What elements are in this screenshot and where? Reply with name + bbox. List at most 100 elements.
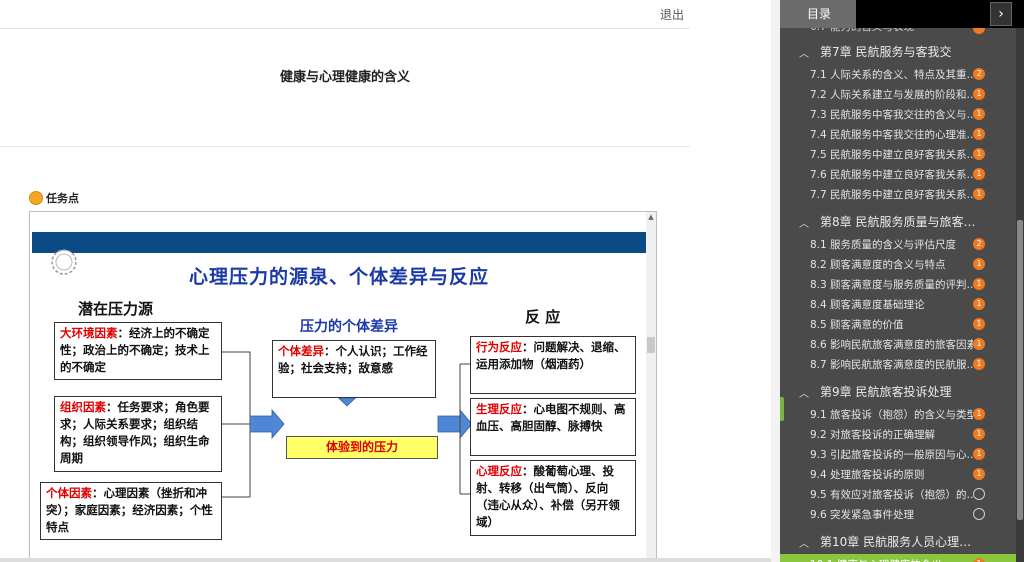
- toc-item[interactable]: 9.4 处理旅客投诉的原则 1: [780, 464, 1016, 484]
- task-count-badge: 1: [973, 408, 985, 420]
- toc-item-label: 9.3 引起旅客投诉的一般原因与心…: [810, 448, 973, 461]
- toc-item[interactable]: 7.5 民航服务中建立良好客我关系… 1: [780, 144, 1016, 164]
- toc-chapter-title: 第10章 民航服务人员心理…: [820, 534, 972, 549]
- task-count-badge: 1: [973, 468, 985, 480]
- title-divider: [0, 146, 690, 147]
- task-count-badge: 2: [973, 238, 985, 250]
- app-window: 退出 健康与心理健康的含义 任务点 心理压力的源泉、个体差异与反应 潜在压力源 …: [0, 0, 1024, 562]
- chevron-up-icon[interactable]: ︿: [799, 385, 809, 400]
- toc-item-active[interactable]: 10.1 健康与心理健康的含义1: [780, 554, 1016, 562]
- task-count-badge: [973, 508, 985, 520]
- toc-item[interactable]: 8.5 顾客满意的价值 1: [780, 314, 1016, 334]
- toc-item-label: 9.4 处理旅客投诉的原则: [810, 468, 925, 481]
- toc-item-label: 8.5 顾客满意的价值: [810, 318, 904, 331]
- toc-item-partial[interactable]: 6.7 能力的含义与表现: [780, 28, 1016, 38]
- collapse-sidebar-button[interactable]: ›: [990, 2, 1012, 26]
- toc-item-label: 7.2 人际关系建立与发展的阶段和…: [810, 88, 973, 101]
- source-key: 大环境因素: [60, 326, 118, 340]
- task-count-badge: 1: [973, 558, 985, 562]
- toc-scroll-thumb[interactable]: [1017, 220, 1023, 520]
- task-point-text: 任务点: [46, 192, 79, 205]
- toc-item[interactable]: 9.3 引起旅客投诉的一般原因与心… 1: [780, 444, 1016, 464]
- task-count-badge: [973, 28, 985, 34]
- toc-sidebar: 目录 › 6.7 能力的含义与表现 ︿ 第7章 民航服务与客我交 7.1 人际关系的含…: [780, 0, 1024, 562]
- toc-chapter[interactable]: ︿ 第7章 民航服务与客我交: [780, 38, 1016, 64]
- task-count-badge: 1: [973, 448, 985, 460]
- toc-item-label: 7.6 民航服务中建立良好客我关系…: [810, 168, 973, 181]
- page-scrollbar[interactable]: [771, 0, 780, 562]
- toc-chapter-title: 第7章 民航服务与客我交: [820, 44, 952, 59]
- toc-item-label: 7.7 民航服务中建立良好客我关系…: [810, 188, 973, 201]
- toc-item[interactable]: 8.3 顾客满意度与服务质量的评判… 1: [780, 274, 1016, 294]
- toc-item[interactable]: 8.4 顾客满意度基础理论 1: [780, 294, 1016, 314]
- toc-item[interactable]: 7.7 民航服务中建立良好客我关系… 1: [780, 184, 1016, 204]
- toc-item-label: 7.3 民航服务中客我交往的含义与…: [810, 108, 973, 121]
- toc-item[interactable]: 8.6 影响民航旅客满意度的旅客因素 1: [780, 334, 1016, 354]
- toc-scrollbar[interactable]: [1016, 28, 1024, 562]
- task-point-icon: [29, 191, 43, 205]
- toc-item-label: 9.1 旅客投诉（抱怨）的含义与类型: [810, 408, 973, 421]
- toc-chapter-title: 第9章 民航旅客投诉处理: [820, 384, 952, 399]
- task-count-badge: 2: [973, 68, 985, 80]
- task-count-badge: [973, 488, 985, 500]
- bottom-scroll-strip: [0, 558, 780, 562]
- task-count-badge: 1: [973, 188, 985, 200]
- toc-item-label: 10.1 健康与心理健康的含义: [810, 557, 973, 562]
- source-box-environment: 大环境因素：经济上的不确定性；政治上的不确定；技术上的不确定: [54, 322, 222, 380]
- task-count-badge: 1: [973, 108, 985, 120]
- toc-item-label: 6.7 能力的含义与表现: [810, 28, 914, 34]
- viewer-scrollbar[interactable]: ▲: [646, 212, 656, 561]
- task-count-badge: 1: [973, 148, 985, 160]
- difference-box: 个体差异：个人认识；工作经验；社会支持；敌意感: [272, 340, 436, 398]
- sidebar-header: 目录 ›: [780, 0, 1024, 28]
- reaction-key: 生理反应: [476, 402, 522, 416]
- task-count-badge: 1: [973, 128, 985, 140]
- source-key: 个体因素: [46, 486, 92, 500]
- scroll-up-icon[interactable]: ▲: [646, 213, 656, 221]
- toc-item[interactable]: 7.4 民航服务中客我交往的心理准… 1: [780, 124, 1016, 144]
- task-count-badge: 1: [973, 258, 985, 270]
- task-count-badge: 1: [973, 168, 985, 180]
- toc-item[interactable]: 7.1 人际关系的含义、特点及其重… 2: [780, 64, 1016, 84]
- pressure-box: 体验到的压力: [286, 436, 438, 459]
- toc-chapter[interactable]: ︿ 第8章 民航服务质量与旅客…: [780, 208, 1016, 234]
- toc-item[interactable]: 9.6 突发紧急事件处理: [780, 504, 1016, 524]
- toc-list: 6.7 能力的含义与表现 ︿ 第7章 民航服务与客我交 7.1 人际关系的含义、特点及…: [780, 28, 1016, 562]
- toc-chapter-title: 第8章 民航服务质量与旅客…: [820, 214, 976, 229]
- chevron-up-icon[interactable]: ︿: [799, 215, 809, 230]
- toc-item-label: 8.2 顾客满意度的含义与特点: [810, 258, 946, 271]
- toc-item-label: 8.4 顾客满意度基础理论: [810, 298, 925, 311]
- header-divider: [0, 28, 690, 29]
- toc-item[interactable]: 9.5 有效应对旅客投诉（抱怨）的…: [780, 484, 1016, 504]
- document-viewer[interactable]: 心理压力的源泉、个体差异与反应 潜在压力源 压力的个体差异 反 应 大环境因素：…: [29, 211, 657, 562]
- toc-chapter[interactable]: ︿ 第9章 民航旅客投诉处理: [780, 378, 1016, 404]
- toc-item-label: 8.6 影响民航旅客满意度的旅客因素: [810, 338, 973, 351]
- toc-item[interactable]: 7.3 民航服务中客我交往的含义与… 1: [780, 104, 1016, 124]
- chevron-up-icon[interactable]: ︿: [799, 535, 809, 550]
- chevron-up-icon[interactable]: ︿: [799, 45, 809, 60]
- toc-item-label: 8.1 服务质量的含义与评估尺度: [810, 238, 957, 251]
- tab-toc[interactable]: 目录: [780, 0, 856, 28]
- toc-item[interactable]: 9.2 对旅客投诉的正确理解 1: [780, 424, 1016, 444]
- toc-chapter[interactable]: ︿ 第10章 民航服务人员心理…: [780, 528, 1016, 554]
- toc-item[interactable]: 7.2 人际关系建立与发展的阶段和… 1: [780, 84, 1016, 104]
- reaction-box-psychological: 心理反应：酸葡萄心理、投射、转移（出气筒）、反向（违心从众）、补偿（另开领域）: [470, 460, 636, 536]
- reaction-key: 心理反应: [476, 464, 522, 478]
- toc-item[interactable]: 8.1 服务质量的含义与评估尺度 2: [780, 234, 1016, 254]
- toc-item-label: 7.1 人际关系的含义、特点及其重…: [810, 68, 973, 81]
- toc-item[interactable]: 8.7 影响民航旅客满意度的民航服… 1: [780, 354, 1016, 374]
- toc-item[interactable]: 9.1 旅客投诉（抱怨）的含义与类型 1: [780, 404, 1016, 424]
- source-key: 组织因素: [60, 400, 106, 414]
- task-count-badge: 1: [973, 298, 985, 310]
- reaction-key: 行为反应: [476, 340, 522, 354]
- reaction-box-behavior: 行为反应：问题解决、退缩、运用添加物（烟酒药）: [470, 336, 636, 394]
- logout-link[interactable]: 退出: [660, 6, 696, 23]
- source-box-individual: 个体因素：心理因素（挫折和冲突）；家庭因素；经济因素；个性特点: [40, 482, 222, 540]
- main-content: 退出 健康与心理健康的含义 任务点 心理压力的源泉、个体差异与反应 潜在压力源 …: [0, 0, 780, 562]
- reaction-box-physiological: 生理反应：心电图不规则、高血压、高胆固醇、脉搏快: [470, 398, 636, 456]
- toc-item-label: 7.5 民航服务中建立良好客我关系…: [810, 148, 973, 161]
- viewer-scroll-thumb[interactable]: [647, 337, 655, 353]
- toc-item[interactable]: 7.6 民航服务中建立良好客我关系… 1: [780, 164, 1016, 184]
- toc-item[interactable]: 8.2 顾客满意度的含义与特点 1: [780, 254, 1016, 274]
- task-count-badge: 1: [973, 278, 985, 290]
